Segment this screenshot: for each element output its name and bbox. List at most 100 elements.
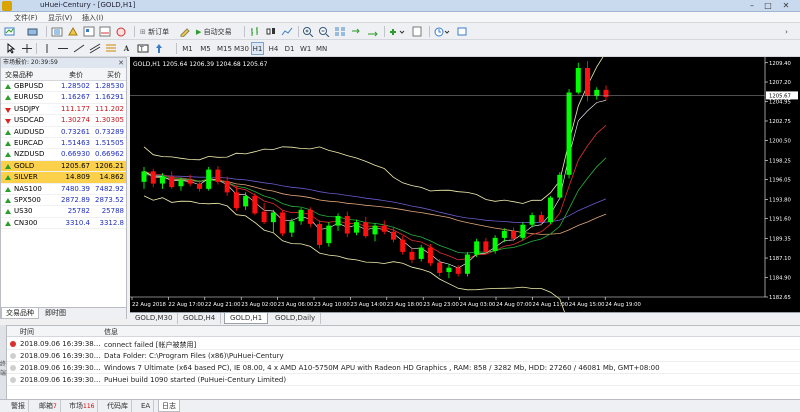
tab-gold-h1[interactable]: GOLD,H1 xyxy=(224,313,269,324)
market-watch-row[interactable]: USDCAD 1.30274 1.30305 xyxy=(1,115,126,127)
metaeditor-icon[interactable] xyxy=(178,25,193,38)
col-info-header[interactable]: 信息 xyxy=(104,327,118,337)
candle-body xyxy=(317,223,323,245)
bottom-tab[interactable]: EA xyxy=(138,400,155,412)
data-window-icon[interactable] xyxy=(66,25,81,38)
tf-M30-button[interactable]: M30 xyxy=(233,42,250,55)
bottom-tab[interactable]: 代码库 xyxy=(104,400,132,412)
auto-trading-button[interactable]: ▶ 自动交易 xyxy=(194,25,240,38)
line-chart-icon[interactable] xyxy=(280,25,295,38)
trendline-icon[interactable] xyxy=(72,42,87,55)
market-watch-row[interactable]: US30 25782 25788 xyxy=(1,206,126,218)
tester-icon[interactable] xyxy=(114,25,129,38)
zoom-in-icon[interactable] xyxy=(301,25,316,38)
candlestick-chart[interactable]: GOLD,H1 1205.64 1206.39 1204.68 1205.67 1… xyxy=(130,51,800,350)
market-watch-row[interactable]: EURCAD 1.51463 1.51505 xyxy=(1,138,126,150)
tf-M15-button[interactable]: M15 xyxy=(216,42,233,55)
cursor-icon[interactable] xyxy=(3,42,18,55)
bottom-tab[interactable]: 邮箱7 xyxy=(36,400,61,412)
crosshair-icon[interactable] xyxy=(20,42,35,55)
tab-tick-chart[interactable]: 即时图 xyxy=(41,308,70,319)
close-icon[interactable]: ✕ xyxy=(779,0,793,11)
bottom-tab[interactable]: 市场116 xyxy=(66,400,99,412)
chart-window[interactable]: GOLD,H1 1205.64 1206.39 1204.68 1205.67 1… xyxy=(130,51,800,350)
expand-toolbar-icon[interactable]: › xyxy=(780,25,793,38)
menu-view[interactable]: 显示(V) xyxy=(48,13,72,23)
vertical-line-icon[interactable] xyxy=(40,42,55,55)
tf-H1-button[interactable]: H1 xyxy=(251,42,264,55)
market-watch-row[interactable]: NZDUSD 0.66930 0.66962 xyxy=(1,149,126,161)
profiles-icon[interactable] xyxy=(26,25,41,38)
journal-time: 2018.09.06 16:39:38... xyxy=(20,340,101,348)
price-label: 1198.25 xyxy=(769,158,791,164)
tab-symbols[interactable]: 交易品种 xyxy=(1,308,39,319)
market-watch-row[interactable]: EURUSD 1.16267 1.16291 xyxy=(1,92,126,104)
time-label: 23 Aug 02:00 xyxy=(241,302,277,308)
arrows-icon[interactable] xyxy=(152,42,167,55)
journal-row[interactable]: 2018.09.06 16:39:30... PuHuei build 1090 … xyxy=(0,374,800,386)
bottom-tab-label: 邮箱 xyxy=(39,402,53,410)
journal-message: PuHuei build 1090 started (PuHuei-Centur… xyxy=(104,376,287,384)
indicators-icon[interactable] xyxy=(387,25,407,38)
new-order-button[interactable]: ⊞ 新订单 xyxy=(138,25,174,38)
market-watch-icon[interactable] xyxy=(50,25,65,38)
navigator-icon[interactable] xyxy=(82,25,97,38)
options-icon[interactable] xyxy=(455,25,470,38)
chart-shift-icon[interactable] xyxy=(349,25,364,38)
col-bid-header[interactable]: 卖价 xyxy=(69,70,83,80)
up-arrow-icon xyxy=(5,84,11,89)
market-watch-row[interactable]: CN300 3310.4 3312.8 xyxy=(1,218,126,230)
templates-icon[interactable] xyxy=(410,25,425,38)
tf-M5-button[interactable]: M5 xyxy=(199,42,212,55)
market-watch-row[interactable]: NAS100 7480.39 7482.92 xyxy=(1,184,126,195)
journal-row[interactable]: 2018.09.06 16:39:30... Windows 7 Ultimate… xyxy=(0,362,800,374)
bar-chart-icon[interactable] xyxy=(248,25,263,38)
tab-gold-m30[interactable]: GOLD,M30 xyxy=(130,313,179,324)
col-time-header[interactable]: 时间 xyxy=(20,327,34,337)
close-icon[interactable]: ✕ xyxy=(118,58,124,68)
market-watch-row[interactable]: GOLD 1205.67 1206.21 xyxy=(1,160,126,173)
candle-body xyxy=(150,171,156,184)
fibonacci-icon[interactable] xyxy=(104,42,119,55)
candle-body xyxy=(501,230,507,238)
market-watch-row[interactable]: SILVER 14.809 14.862 xyxy=(1,172,126,184)
tf-D1-button[interactable]: D1 xyxy=(283,42,296,55)
maximize-icon[interactable]: □ xyxy=(761,0,775,11)
new-chart-icon[interactable] xyxy=(3,25,18,38)
market-watch-row[interactable]: GBPUSD 1.28502 1.28530 xyxy=(1,81,126,93)
tf-W1-button[interactable]: W1 xyxy=(299,42,312,55)
zoom-out-icon[interactable] xyxy=(317,25,332,38)
menu-bar: 文件(F) 显示(V) 插入(I) xyxy=(0,12,800,23)
bottom-tab[interactable]: 警报 xyxy=(8,400,29,412)
tf-MN-button[interactable]: MN xyxy=(315,42,328,55)
horizontal-line-icon[interactable] xyxy=(56,42,71,55)
candle-body xyxy=(418,247,424,259)
journal-row[interactable]: 2018.09.06 16:39:30... Data Folder: C:\Pr… xyxy=(0,350,800,362)
bottom-tab[interactable]: 日志 xyxy=(158,400,180,412)
ask-price: 111.202 xyxy=(95,104,124,113)
market-watch-row[interactable]: AUDUSD 0.73261 0.73289 xyxy=(1,127,126,138)
journal-row[interactable]: 2018.09.06 16:39:38... connect failed [帐户… xyxy=(0,338,800,350)
channel-icon[interactable] xyxy=(88,42,103,55)
ask-price: 1.30305 xyxy=(95,116,124,125)
tf-M1-button[interactable]: M1 xyxy=(181,42,194,55)
svg-text:T: T xyxy=(139,46,144,53)
candlestick-icon[interactable] xyxy=(264,25,279,38)
tf-H4-button[interactable]: H4 xyxy=(267,42,280,55)
minimize-icon[interactable]: – xyxy=(745,0,759,11)
text-icon[interactable]: A xyxy=(120,42,133,55)
periods-icon[interactable] xyxy=(432,25,452,38)
label-icon[interactable]: T xyxy=(136,42,151,55)
autoscroll-icon[interactable] xyxy=(365,25,380,38)
market-watch-row[interactable]: SPX500 2872.89 2873.52 xyxy=(1,195,126,207)
market-watch-row[interactable]: USDJPY 111.177 111.202 xyxy=(1,104,126,116)
terminal-icon[interactable] xyxy=(98,25,113,38)
window-title: uHuei-Century - [GOLD,H1] xyxy=(40,1,136,9)
menu-file[interactable]: 文件(F) xyxy=(14,13,38,23)
tab-gold-h4[interactable]: GOLD,H4 xyxy=(178,313,222,324)
tile-windows-icon[interactable] xyxy=(333,25,348,38)
tab-gold-daily[interactable]: GOLD,Daily xyxy=(270,313,322,324)
menu-insert[interactable]: 插入(I) xyxy=(82,13,104,23)
col-ask-header[interactable]: 买价 xyxy=(107,70,121,80)
col-symbol-header[interactable]: 交易品种 xyxy=(5,70,33,80)
